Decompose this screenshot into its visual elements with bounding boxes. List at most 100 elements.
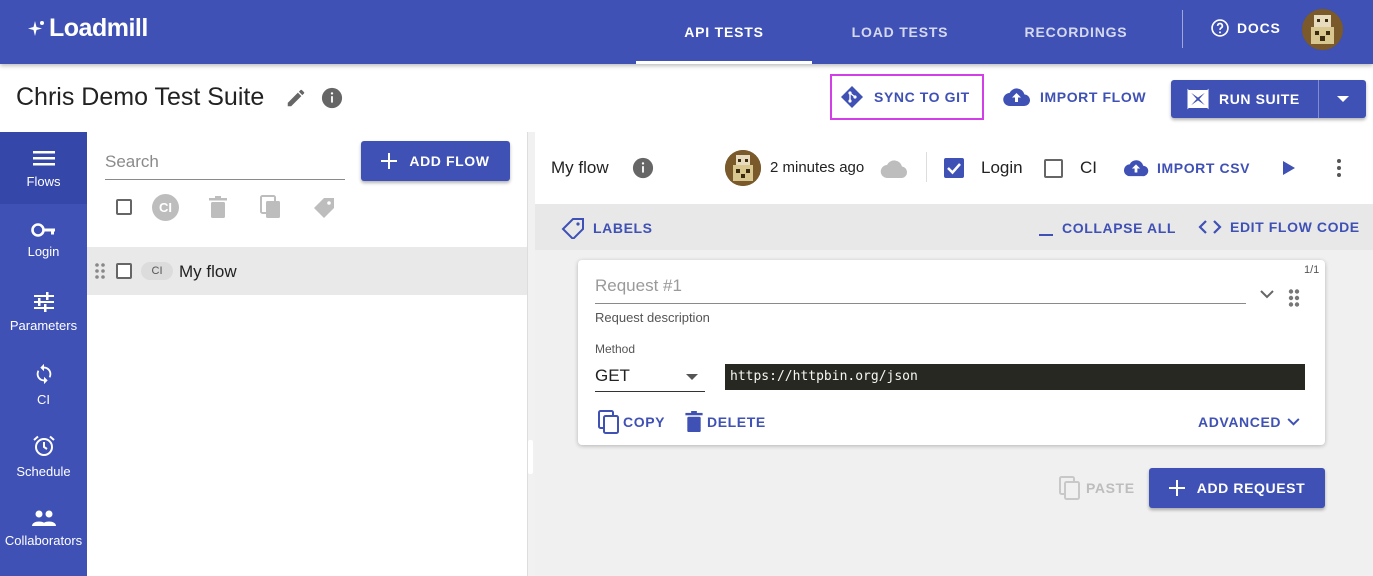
nav-tab-label: LOAD TESTS: [851, 24, 949, 40]
sidebar-item-label: Login: [27, 243, 60, 259]
run-suite-button[interactable]: RUN SUITE: [1171, 80, 1318, 118]
nav-tab-load-tests[interactable]: LOAD TESTS: [812, 0, 988, 64]
header-divider: [926, 152, 927, 182]
sidebar-item-ci[interactable]: CI: [0, 348, 87, 420]
url-input[interactable]: https://httpbin.org/json: [725, 364, 1305, 390]
nav-tab-api-tests[interactable]: API TESTS: [636, 0, 812, 64]
login-label: Login: [981, 158, 1023, 177]
sync-to-git-button[interactable]: SYNC TO GIT: [830, 74, 984, 120]
labels-button[interactable]: LABELS: [561, 217, 653, 239]
cloud-done-icon: [880, 159, 908, 178]
sidebar-item-collaborators[interactable]: Collaborators: [0, 492, 87, 564]
nav-divider: [1182, 10, 1183, 48]
paste-label: PASTE: [1086, 480, 1135, 496]
paste-button[interactable]: PASTE: [1058, 476, 1135, 500]
help-circle-icon: [1211, 19, 1229, 37]
sidebar-item-label: Collaborators: [4, 532, 83, 548]
method-select[interactable]: GET: [595, 362, 705, 392]
sidebar-item-parameters[interactable]: Parameters: [0, 276, 87, 348]
edit-flow-code-button[interactable]: EDIT FLOW CODE: [1198, 218, 1360, 236]
add-flow-label: ADD FLOW: [409, 153, 490, 169]
ci-checkbox[interactable]: [1044, 159, 1063, 178]
delete-request-button[interactable]: DELETE: [685, 411, 766, 432]
flow-select-checkbox[interactable]: [116, 263, 132, 279]
more-options-button[interactable]: [1336, 158, 1342, 178]
flow-title[interactable]: My flow: [551, 158, 609, 178]
avatar-image: [1302, 9, 1343, 50]
edit-title-button[interactable]: [285, 87, 307, 109]
plus-icon: [1168, 480, 1185, 496]
add-flow-button[interactable]: ADD FLOW: [361, 141, 510, 181]
drag-handle-icon[interactable]: [95, 263, 105, 279]
caret-down-icon: [1336, 96, 1349, 102]
menu-icon: [32, 150, 55, 165]
delete-flows-button[interactable]: [209, 196, 227, 218]
panel-splitter[interactable]: [527, 132, 535, 576]
flow-info-button[interactable]: [632, 157, 654, 179]
method-label: Method: [595, 342, 636, 356]
flow-header: My flow 2 minutes ago Login CI IMPORT CS…: [535, 132, 1373, 204]
request-counter: 1/1: [1304, 264, 1320, 276]
advanced-toggle-button[interactable]: ADVANCED: [1198, 414, 1300, 430]
logo-sparkle-icon: [28, 20, 44, 36]
alarm-icon: [32, 435, 55, 456]
nav-tab-recordings[interactable]: RECORDINGS: [988, 0, 1164, 64]
suite-info-button[interactable]: [321, 87, 343, 109]
docs-link[interactable]: DOCS: [1210, 18, 1281, 38]
add-request-label: ADD REQUEST: [1196, 480, 1306, 496]
collapse-all-button[interactable]: COLLAPSE ALL: [1038, 218, 1176, 238]
request-description-input[interactable]: Request description: [595, 310, 710, 325]
copy-flows-button[interactable]: [260, 195, 282, 219]
ci-filter-chip[interactable]: CI: [152, 194, 179, 221]
loadmill-logo[interactable]: Loadmill: [27, 14, 148, 43]
copy-request-button[interactable]: COPY: [597, 410, 665, 434]
git-icon: [841, 86, 863, 108]
collapse-icon: [1039, 234, 1053, 236]
ci-label: CI: [1080, 158, 1097, 177]
request-card: 1/1 Request #1 Request description Metho…: [578, 260, 1325, 445]
run-flow-button[interactable]: [1282, 160, 1296, 176]
sidebar-item-flows[interactable]: Flows: [0, 132, 87, 204]
nav-tab-label: API TESTS: [684, 24, 764, 40]
sidebar-item-login[interactable]: Login: [0, 204, 87, 276]
flow-list-item[interactable]: CI My flow: [87, 247, 527, 295]
sync-label: SYNC TO GIT: [874, 89, 970, 105]
flow-list-panel: Search ADD FLOW CI CI My flow: [87, 132, 527, 576]
plus-icon: [381, 153, 398, 169]
trash-icon: [685, 411, 703, 432]
trash-icon: [209, 196, 227, 218]
sidebar-item-schedule[interactable]: Schedule: [0, 420, 87, 492]
chevron-down-icon: [1260, 290, 1274, 299]
splitter-grip[interactable]: [528, 440, 533, 474]
sidebar-item-label: Flows: [26, 173, 61, 189]
user-avatar[interactable]: [1302, 9, 1343, 50]
expand-request-button[interactable]: [1260, 290, 1274, 299]
checkmark-icon: [947, 163, 961, 175]
labels-label: LABELS: [593, 220, 653, 236]
logo-text: Loadmill: [49, 14, 148, 42]
drag-handle-icon[interactable]: [1288, 289, 1300, 307]
nav-tab-label: RECORDINGS: [1024, 24, 1128, 40]
add-request-button[interactable]: ADD REQUEST: [1149, 468, 1325, 508]
docs-label: DOCS: [1237, 20, 1281, 36]
cloud-upload-icon: [1123, 160, 1149, 177]
top-app-bar: Loadmill API TESTS LOAD TESTS RECORDINGS…: [0, 0, 1373, 64]
copy-icon: [598, 410, 619, 434]
flow-name: My flow: [179, 262, 237, 281]
label-flows-button[interactable]: [312, 196, 336, 218]
flow-ci-badge: CI: [141, 262, 173, 280]
caret-down-icon: [686, 374, 698, 380]
search-input[interactable]: Search: [105, 150, 345, 180]
login-checkbox[interactable]: [944, 158, 964, 178]
advanced-label: ADVANCED: [1198, 414, 1282, 430]
sync-icon: [36, 363, 51, 384]
run-suite-dropdown-button[interactable]: [1318, 80, 1366, 118]
cloud-upload-icon: [1003, 88, 1030, 107]
select-all-checkbox[interactable]: [116, 199, 132, 215]
import-flow-button[interactable]: IMPORT FLOW: [1003, 86, 1146, 108]
label-outline-icon: [561, 218, 584, 239]
run-suite-label: RUN SUITE: [1219, 91, 1300, 107]
request-title-input[interactable]: Request #1: [595, 276, 1246, 304]
import-csv-button[interactable]: IMPORT CSV: [1123, 158, 1250, 178]
run-load-icon: [1187, 88, 1209, 110]
